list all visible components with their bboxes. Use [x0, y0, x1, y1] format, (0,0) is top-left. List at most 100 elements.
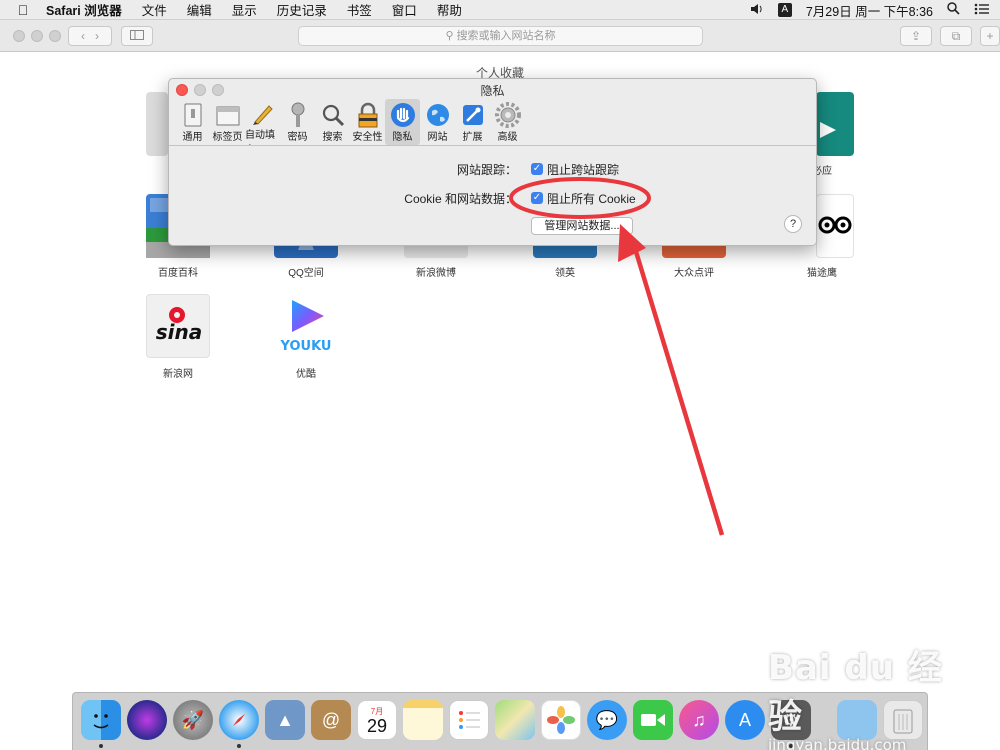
gear-icon [494, 102, 521, 128]
prefs-tab-bar: 通用 标签页 自动填充 密码 搜索 安全性 隐私 网站 [175, 99, 525, 156]
volume-icon[interactable] [750, 3, 764, 18]
system-prefs-running-dot [789, 744, 793, 748]
forward-arrow-icon[interactable]: › [95, 29, 99, 43]
pencil-icon [250, 102, 276, 126]
address-bar[interactable]: ⚲ 搜索或输入网站名称 [298, 26, 703, 46]
notification-center-icon[interactable] [974, 3, 990, 18]
favorite-label-sina: 新浪网 [163, 369, 193, 380]
dock: 🚀 ▲ @ 7月 29 💬 ♫ A ⚙ [72, 692, 928, 750]
safari-running-dot [237, 744, 241, 748]
maps-icon[interactable] [495, 700, 535, 740]
photos-icon[interactable] [541, 700, 581, 740]
block-all-cookies-checkbox[interactable]: ✓ [531, 192, 543, 204]
close-window-button[interactable] [13, 30, 25, 42]
menu-file[interactable]: 文件 [142, 0, 167, 19]
cookie-label: Cookie 和网站数据： [404, 192, 517, 206]
favorite-label-qzone: QQ空间 [288, 268, 324, 279]
input-source-indicator[interactable]: A [777, 3, 792, 17]
tab-autofill[interactable]: 自动填充 [245, 99, 280, 156]
favorite-tile-youku[interactable]: YOUKU [274, 294, 338, 358]
favorite-tile-tripadvisor[interactable] [816, 194, 854, 258]
prefs-title: 隐私 [480, 84, 505, 98]
music-icon[interactable]: ♫ [679, 700, 719, 740]
favorite-label-dianping: 大众点评 [674, 268, 714, 279]
tab-passwords[interactable]: 密码 [280, 99, 315, 145]
messages-icon[interactable]: 💬 [587, 700, 627, 740]
menu-clock[interactable]: 7月29日 周一 下午8:36 [806, 1, 933, 20]
favorite-tile-partial[interactable] [146, 92, 168, 156]
system-prefs-icon[interactable]: ⚙ [771, 700, 811, 740]
favorite-label-weibo: 新浪微博 [416, 268, 456, 279]
share-button[interactable]: ⇪ [900, 26, 932, 46]
tabs-icon [215, 102, 241, 128]
bing-logo-icon [820, 122, 836, 138]
sidebar-button[interactable] [121, 26, 153, 46]
menu-view[interactable]: 显示 [232, 0, 257, 19]
manage-website-data-button[interactable]: 管理网站数据... [531, 217, 633, 235]
menu-help[interactable]: 帮助 [437, 0, 462, 19]
address-placeholder: 搜索或输入网站名称 [456, 30, 556, 42]
calendar-day: 29 [366, 715, 388, 736]
youku-logo-icon: YOUKU [280, 300, 331, 354]
key-icon [285, 102, 311, 128]
favorite-label-linkedin: 领英 [555, 268, 575, 279]
preview-icon[interactable]: ▲ [265, 700, 305, 740]
appstore-icon[interactable]: A [725, 700, 765, 740]
menu-bar:  Safari 浏览器 文件 编辑 显示 历史记录 书签 窗口 帮助 A 7月… [0, 0, 1000, 20]
trash-icon[interactable] [883, 700, 923, 740]
apple-menu-icon[interactable]:  [0, 2, 46, 18]
prevent-cross-site-tracking-label[interactable]: 阻止跨站跟踪 [547, 161, 619, 178]
lock-icon [355, 102, 381, 128]
contacts-icon[interactable]: @ [311, 700, 351, 740]
zoom-window-button[interactable] [49, 30, 61, 42]
favorite-label-youku: 优酷 [296, 369, 316, 380]
new-tab-button[interactable]: + [980, 26, 1000, 46]
safari-icon[interactable] [219, 700, 259, 740]
tab-websites[interactable]: 网站 [420, 99, 455, 145]
tab-overview-icon: ⧉ [951, 29, 961, 43]
reminders-icon[interactable] [449, 700, 489, 740]
siri-icon[interactable] [127, 700, 167, 740]
tab-security[interactable]: 安全性 [350, 99, 385, 145]
menu-edit[interactable]: 编辑 [187, 0, 212, 19]
tripadvisor-owl-icon [818, 216, 852, 234]
share-icon: ⇪ [910, 29, 922, 43]
downloads-icon[interactable] [837, 700, 877, 740]
tab-overview-button[interactable]: ⧉ [940, 26, 972, 46]
puzzle-icon [460, 102, 486, 128]
menu-window[interactable]: 窗口 [392, 0, 417, 19]
block-all-cookies-label[interactable]: 阻止所有 Cookie [547, 190, 636, 207]
hand-icon [390, 102, 416, 128]
privacy-pane: 网站跟踪： ✓ 阻止跨站跟踪 Cookie 和网站数据： ✓ 阻止所有 Cook… [169, 146, 816, 245]
safari-toolbar: ‹ › ⚲ 搜索或输入网站名称 ⇪ ⧉ + [0, 20, 1000, 52]
notes-icon[interactable] [403, 700, 443, 740]
menu-bookmarks[interactable]: 书签 [347, 0, 372, 19]
tab-advanced[interactable]: 高级 [490, 99, 525, 145]
prevent-cross-site-tracking-checkbox[interactable]: ✓ [531, 163, 543, 175]
help-button[interactable]: ? [784, 215, 802, 233]
tab-search[interactable]: 搜索 [315, 99, 350, 145]
facetime-icon[interactable] [633, 700, 673, 740]
menu-history[interactable]: 历史记录 [277, 0, 327, 19]
tab-extensions[interactable]: 扩展 [455, 99, 490, 145]
svg-text:sina: sina [156, 320, 203, 344]
favorite-label-tripadvisor: 猫途鹰 [807, 268, 837, 279]
tracking-label: 网站跟踪： [456, 163, 517, 177]
launchpad-icon[interactable]: 🚀 [173, 700, 213, 740]
favorite-label-baidu-baike: 百度百科 [158, 268, 198, 279]
sina-logo-icon: sina [156, 307, 203, 344]
favorite-tile-bing[interactable] [816, 92, 854, 156]
finder-icon[interactable] [81, 700, 121, 740]
tab-tabs[interactable]: 标签页 [210, 99, 245, 145]
back-forward-buttons[interactable]: ‹ › [68, 26, 112, 46]
general-icon [180, 102, 206, 128]
back-arrow-icon[interactable]: ‹ [81, 29, 85, 43]
tab-privacy[interactable]: 隐私 [385, 99, 420, 145]
menu-safari[interactable]: Safari 浏览器 [46, 0, 122, 19]
tab-general[interactable]: 通用 [175, 99, 210, 145]
spotlight-search-icon[interactable] [947, 2, 960, 18]
calendar-icon[interactable]: 7月 29 [357, 700, 397, 740]
finder-running-dot [99, 744, 103, 748]
minimize-window-button[interactable] [31, 30, 43, 42]
favorite-tile-sina[interactable]: sina [146, 294, 210, 358]
